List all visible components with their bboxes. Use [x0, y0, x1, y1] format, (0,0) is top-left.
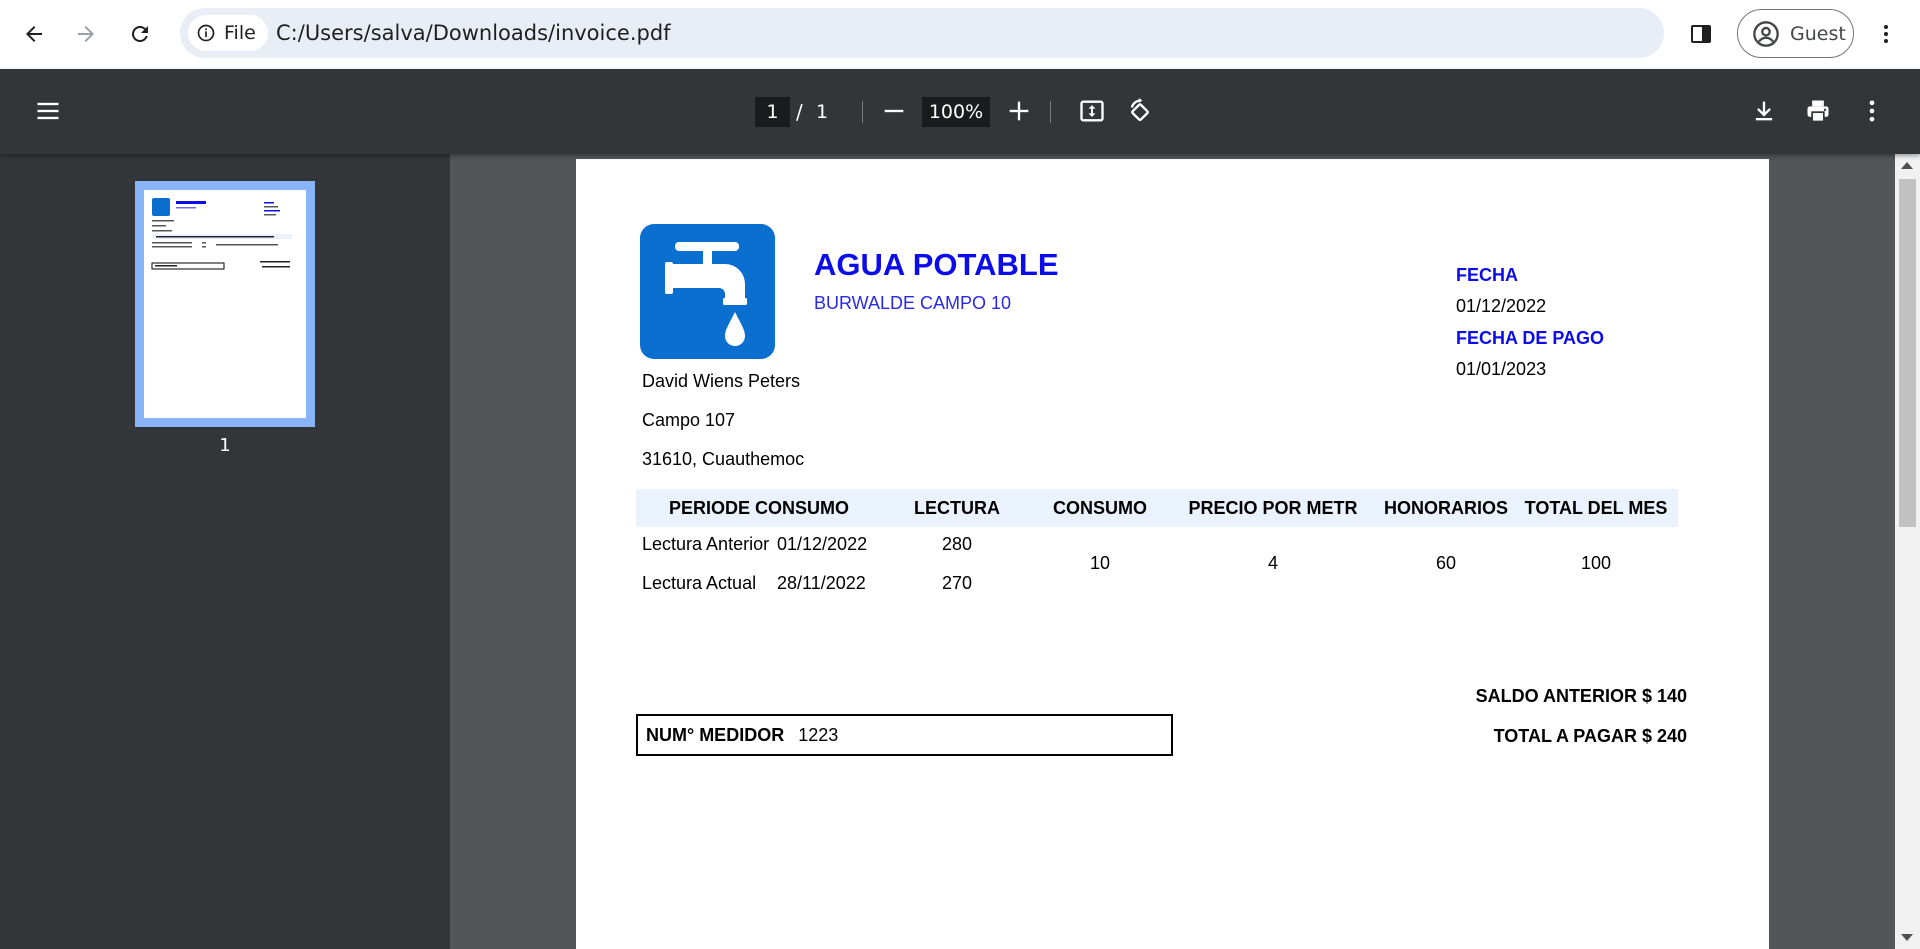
client-name: David Wiens Peters	[642, 371, 801, 391]
pdf-page: AGUA POTABLE BURWALDE CAMPO 10 FECHA 01/…	[576, 159, 1769, 949]
scrollbar-thumb[interactable]	[1899, 179, 1916, 527]
header-honorarios: HONORARIOS	[1383, 498, 1508, 518]
header-periode-consumo: PERIODE CONSUMO	[668, 498, 850, 518]
meter-label: NUM° MEDIDOR	[646, 724, 785, 745]
kebab-menu-icon	[1884, 25, 1888, 43]
row-label: Lectura Actual	[642, 573, 757, 593]
back-icon	[26, 26, 42, 42]
rotate-button[interactable]	[1120, 91, 1160, 131]
meter-value: 1223	[798, 724, 839, 745]
page-thumbnail[interactable]	[135, 181, 315, 427]
faucet-icon	[664, 241, 747, 346]
header-total-mes: TOTAL DEL MES	[1524, 498, 1668, 518]
row-reading: 270	[941, 573, 973, 593]
vertical-scrollbar[interactable]	[1895, 154, 1920, 949]
browser-menu-button[interactable]	[1866, 14, 1906, 54]
company-name: AGUA POTABLE	[814, 247, 1059, 282]
thumbnail-page-number: 1	[219, 435, 231, 456]
pdf-toolbar: 1 / 1 100%	[0, 69, 1920, 154]
zoom-out-icon	[884, 109, 904, 113]
row-label: Lectura Anterior	[642, 534, 770, 554]
back-button[interactable]	[14, 14, 54, 54]
client-city: 31610, Cuauthemoc	[642, 449, 805, 469]
thumbnail-sidebar: 1	[0, 154, 450, 949]
profile-icon	[1753, 20, 1779, 47]
zoom-in-button[interactable]	[999, 91, 1039, 131]
header-consumo: CONSUMO	[1053, 498, 1147, 518]
side-panel-button[interactable]	[1681, 14, 1721, 54]
fecha-value: 01/12/2022	[1456, 296, 1547, 316]
thumbnail-miniature	[151, 198, 292, 270]
forward-icon	[78, 26, 94, 42]
total-mes-value: 100	[1580, 553, 1612, 573]
row-reading: 280	[941, 534, 973, 554]
fecha-pago-value: 01/01/2023	[1456, 359, 1547, 379]
fecha-pago-label: FECHA DE PAGO	[1456, 328, 1605, 348]
url-text[interactable]: C:/Users/salva/Downloads/invoice.pdf	[276, 8, 671, 58]
precio-value: 4	[1267, 553, 1278, 573]
more-actions-button[interactable]	[1852, 91, 1892, 131]
zoom-out-button[interactable]	[874, 91, 914, 131]
row-date: 28/11/2022	[777, 573, 866, 593]
reload-icon	[131, 25, 148, 42]
consumo-value: 10	[1089, 553, 1111, 573]
fit-page-button[interactable]	[1072, 91, 1112, 131]
print-icon	[1807, 100, 1829, 123]
page-total: 1	[816, 101, 829, 123]
fecha-label: FECHA	[1456, 265, 1518, 285]
table-header: PERIODE CONSUMO LECTURA CONSUMO PRECIO P…	[636, 489, 1678, 527]
side-panel-icon	[1691, 25, 1711, 43]
toolbar-divider	[862, 101, 863, 123]
meter-number-box: NUM° MEDIDOR 1223	[636, 714, 1173, 756]
page-separator: /	[796, 100, 803, 124]
browser-toolbar: File C:/Users/salva/Downloads/invoice.pd…	[0, 0, 1920, 69]
total-a-pagar: TOTAL A PAGAR $ 240	[1493, 726, 1687, 746]
download-button[interactable]	[1744, 91, 1784, 131]
company-subtitle: BURWALDE CAMPO 10	[814, 293, 1012, 313]
saldo-anterior: SALDO ANTERIOR $ 140	[1475, 686, 1687, 706]
site-info-label: File	[224, 22, 256, 44]
page-number-input[interactable]: 1	[755, 97, 790, 127]
zoom-input[interactable]: 100%	[922, 97, 990, 127]
scroll-down-arrow[interactable]	[1901, 934, 1913, 941]
header-precio: PRECIO POR METR	[1188, 498, 1358, 518]
info-icon	[197, 24, 215, 42]
row-date: 01/12/2022	[777, 534, 868, 554]
rotate-icon	[1130, 98, 1149, 122]
thumbnail-preview	[144, 190, 306, 418]
download-icon	[1755, 101, 1773, 121]
fit-page-icon	[1080, 100, 1104, 122]
address-bar[interactable]: File C:/Users/salva/Downloads/invoice.pd…	[180, 8, 1664, 58]
reload-button[interactable]	[120, 14, 160, 54]
sidebar-toggle-button[interactable]	[28, 91, 68, 131]
company-logo	[640, 224, 775, 359]
print-button[interactable]	[1798, 91, 1838, 131]
zoom-in-icon	[1009, 101, 1029, 121]
forward-button[interactable]	[66, 14, 106, 54]
client-address: Campo 107	[642, 410, 736, 430]
header-lectura: LECTURA	[914, 498, 1000, 518]
document-viewer[interactable]: AGUA POTABLE BURWALDE CAMPO 10 FECHA 01/…	[450, 154, 1895, 949]
hamburger-menu-icon	[37, 102, 59, 120]
kebab-menu-icon	[1869, 100, 1875, 122]
profile-label: Guest	[1790, 22, 1846, 45]
scroll-up-arrow[interactable]	[1901, 162, 1913, 169]
toolbar-divider	[1050, 101, 1051, 123]
site-info-chip[interactable]: File	[188, 15, 268, 51]
honorarios-value: 60	[1435, 553, 1457, 573]
profile-button[interactable]: Guest	[1737, 9, 1854, 58]
